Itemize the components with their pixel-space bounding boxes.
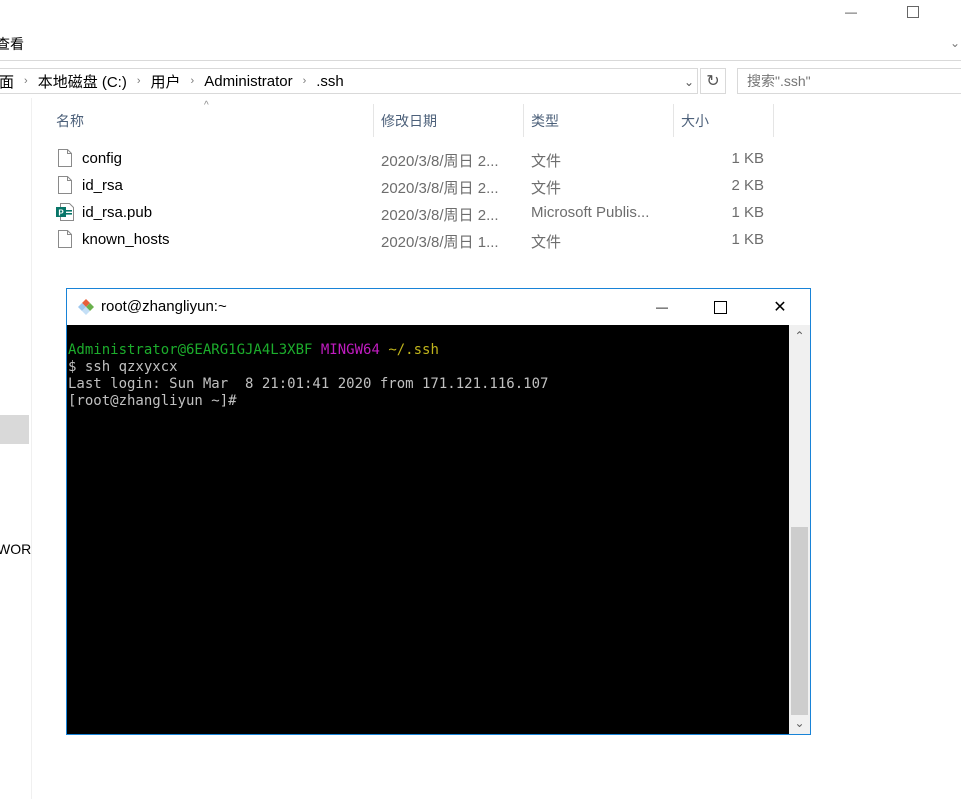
minimize-icon: — [656, 300, 668, 314]
breadcrumb-item-users[interactable]: 用户 [151, 71, 181, 92]
svg-text:P: P [58, 208, 64, 217]
explorer-maximize-button[interactable] [890, 0, 936, 24]
column-resize-handle[interactable] [373, 104, 374, 137]
terminal-title-bar[interactable]: root@zhangliyun:~ — ✕ [67, 289, 810, 325]
file-row[interactable]: known_hosts 2020/3/8/周日 1... 文件 1 KB [52, 227, 782, 254]
address-dropdown-icon[interactable]: ⌄ [680, 70, 698, 94]
maximize-icon [907, 6, 919, 18]
file-modified: 2020/3/8/周日 2... [381, 207, 499, 224]
column-resize-handle[interactable] [673, 104, 674, 137]
file-size: 2 KB [731, 177, 764, 194]
column-header-name[interactable]: 名称 [56, 111, 84, 131]
column-header-size[interactable]: 大小 [681, 111, 709, 131]
ribbon-divider [0, 60, 961, 61]
file-icon [58, 230, 72, 248]
nav-item-selected[interactable] [0, 415, 29, 444]
breadcrumb-fragment[interactable]: 面 [0, 71, 14, 92]
scroll-up-icon[interactable]: ⌃ [789, 329, 810, 343]
publisher-file-icon: P [56, 203, 74, 221]
terminal-minimize-button[interactable]: — [633, 289, 691, 325]
breadcrumb-separator-icon[interactable]: › [24, 75, 28, 87]
file-name: id_rsa [82, 177, 123, 194]
ribbon-tab-view[interactable]: 查看 [0, 34, 24, 54]
file-size: 1 KB [731, 150, 764, 167]
terminal-close-button[interactable]: ✕ [751, 289, 809, 325]
prompt-user: Administrator@6EARG1GJA4L3XBF [68, 342, 313, 358]
column-resize-handle[interactable] [523, 104, 524, 137]
file-modified: 2020/3/8/周日 1... [381, 234, 499, 251]
column-resize-handle[interactable] [773, 104, 774, 137]
terminal-title: root@zhangliyun:~ [101, 298, 227, 315]
file-type: 文件 [531, 180, 562, 197]
breadcrumb-separator-icon[interactable]: › [191, 75, 195, 87]
file-size: 1 KB [731, 231, 764, 248]
breadcrumb-item-administrator[interactable]: Administrator [204, 73, 292, 90]
file-icon [58, 176, 72, 194]
address-bar[interactable]: 面 › 本地磁盘 (C:) › 用户 › Administrator › .ss… [0, 68, 698, 94]
explorer-minimize-button[interactable]: — [828, 0, 874, 24]
file-type: Microsoft Publis... [531, 204, 650, 221]
nav-pane-divider[interactable] [31, 98, 32, 799]
breadcrumb-separator-icon[interactable]: › [303, 75, 307, 87]
file-icon [58, 149, 72, 167]
chevron-down-icon[interactable]: ⌄ [950, 36, 960, 50]
breadcrumb-separator-icon[interactable]: › [137, 75, 141, 87]
file-type: 文件 [531, 153, 562, 170]
minimize-icon: — [845, 5, 857, 19]
file-modified: 2020/3/8/周日 2... [381, 153, 499, 170]
file-row[interactable]: id_rsa 2020/3/8/周日 2... 文件 2 KB [52, 173, 782, 200]
file-row[interactable]: config 2020/3/8/周日 2... 文件 1 KB [52, 146, 782, 173]
prompt-env: MINGW64 [320, 342, 380, 358]
file-modified: 2020/3/8/周日 2... [381, 180, 499, 197]
terminal-output[interactable]: Administrator@6EARG1GJA4L3XBF MINGW64 ~/… [67, 325, 789, 734]
close-icon: ✕ [773, 299, 787, 316]
search-input[interactable] [737, 68, 961, 94]
column-header-modified[interactable]: 修改日期 [381, 111, 437, 131]
scrollbar-thumb[interactable] [791, 527, 808, 715]
refresh-icon: ↻ [706, 73, 720, 90]
file-name: known_hosts [82, 231, 170, 248]
breadcrumb-item-local-disk[interactable]: 本地磁盘 (C:) [38, 71, 127, 92]
terminal-window[interactable]: root@zhangliyun:~ — ✕ Administrator@6EAR… [66, 288, 811, 735]
prompt-path: ~/.ssh [388, 342, 439, 358]
nav-item-network[interactable]: WOR [0, 541, 31, 557]
sort-ascending-icon: ^ [204, 100, 209, 111]
remote-prompt: [root@zhangliyun ~]# [68, 393, 237, 409]
terminal-maximize-button[interactable] [691, 289, 749, 325]
column-header-type[interactable]: 类型 [531, 111, 559, 131]
file-name: id_rsa.pub [82, 204, 153, 221]
file-type: 文件 [531, 234, 562, 251]
breadcrumb-item-ssh[interactable]: .ssh [316, 73, 344, 90]
maximize-icon [713, 300, 727, 314]
refresh-button[interactable]: ↻ [700, 68, 726, 94]
scroll-down-icon[interactable]: ⌄ [789, 716, 810, 730]
last-login-line: Last login: Sun Mar 8 21:01:41 2020 from… [68, 376, 549, 392]
command-line: $ ssh qzxyxcx [68, 359, 178, 375]
file-name: config [82, 150, 123, 167]
file-size: 1 KB [731, 204, 764, 221]
git-bash-icon [78, 299, 94, 315]
terminal-scrollbar[interactable]: ⌃ ⌄ [789, 325, 810, 734]
file-row[interactable]: P id_rsa.pub 2020/3/8/周日 2... Microsoft … [52, 200, 782, 227]
